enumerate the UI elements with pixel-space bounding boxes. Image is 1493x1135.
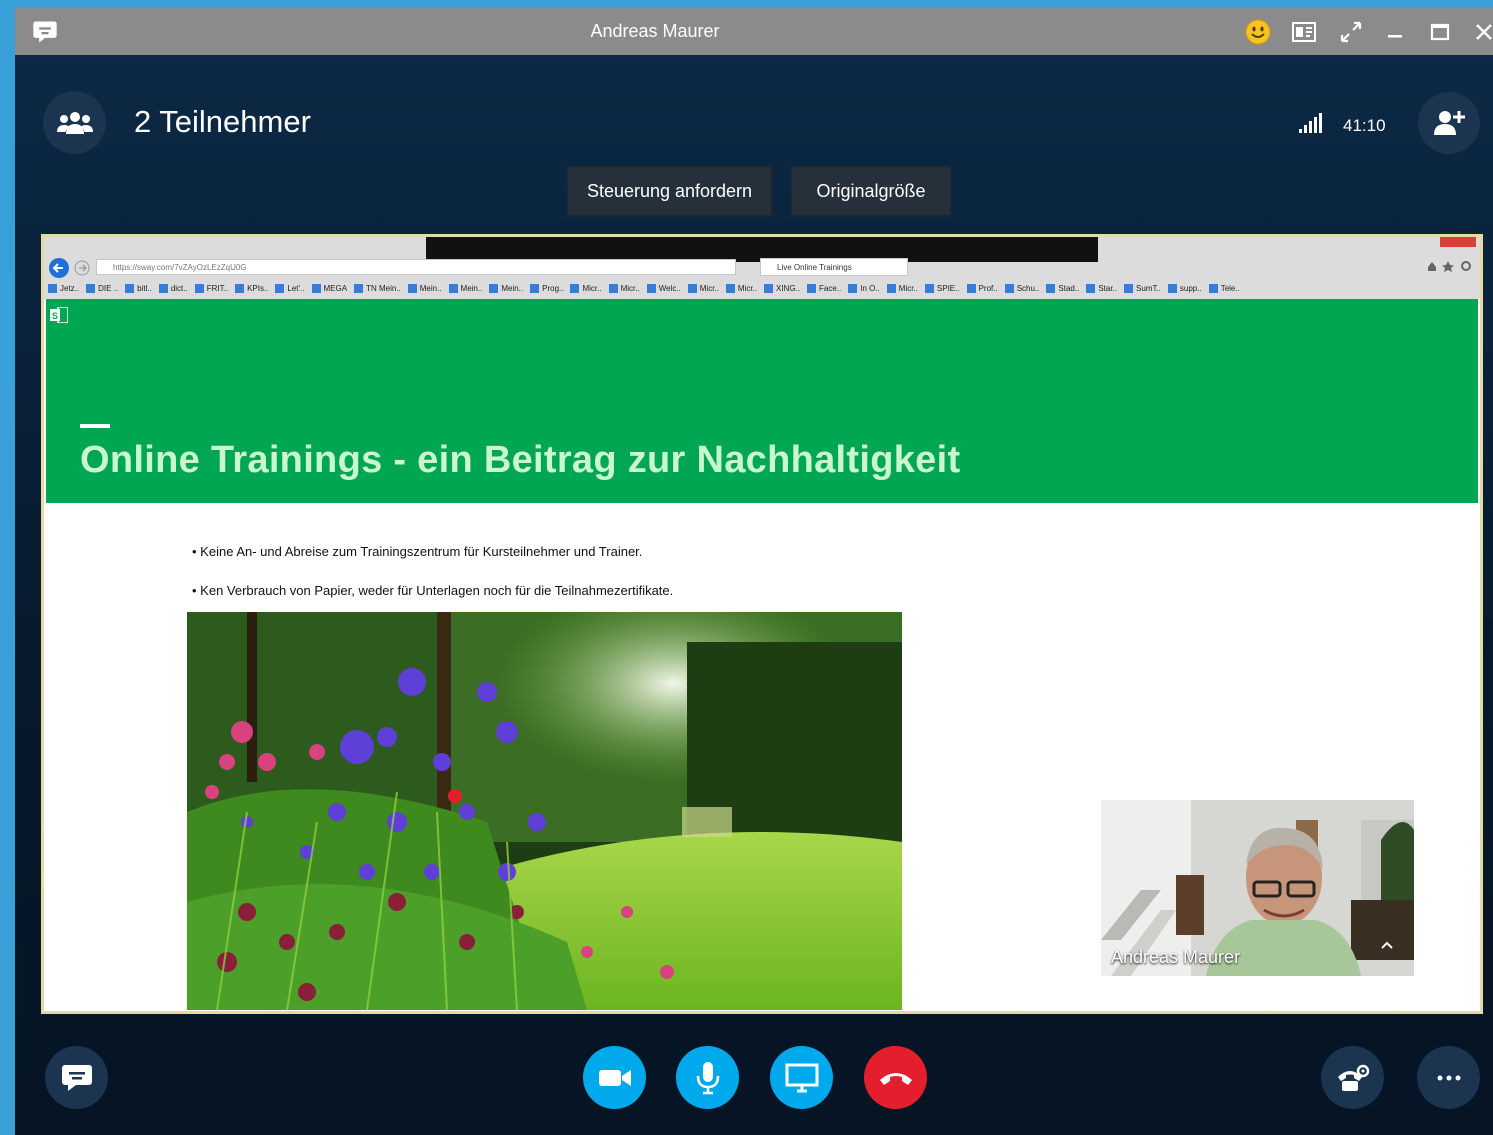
screen-share-button[interactable] (770, 1046, 833, 1109)
favorite-item[interactable]: Prof.. (966, 280, 1005, 296)
microphone-toggle-button[interactable] (676, 1046, 739, 1109)
request-control-button[interactable]: Steuerung anfordern (566, 165, 773, 217)
home-star-gear-icon[interactable] (1426, 259, 1472, 273)
favorite-item[interactable]: SPIE.. (924, 280, 967, 296)
chat-bubble-icon (61, 1064, 92, 1091)
favorite-item[interactable]: Face.. (807, 280, 848, 296)
favorites-bar: Jetz.. DIE .. bitl.. dict.. FRIT.. KPIs.… (48, 280, 1478, 296)
participants-button[interactable] (43, 91, 106, 154)
video-toggle-button[interactable] (583, 1046, 646, 1109)
favorite-item[interactable]: Jetz.. (48, 280, 86, 296)
favorite-item[interactable]: TN Mein.. (354, 280, 408, 296)
slide-title: Online Trainings - ein Beitrag zur Nachh… (80, 439, 961, 481)
favorite-item[interactable]: SumT.. (1124, 280, 1168, 296)
favorite-item[interactable]: Micr.. (570, 280, 608, 296)
browser-chrome: https://sway.com/7vZAyOzLEzZqU0G Live On… (44, 237, 1480, 299)
favorite-item[interactable]: Micr.. (725, 280, 764, 296)
more-options-button[interactable] (1417, 1046, 1480, 1109)
favorite-item[interactable]: In O.. (848, 280, 887, 296)
favorite-item[interactable]: Tele.. (1208, 280, 1247, 296)
back-arrow-icon[interactable] (48, 257, 70, 279)
fullscreen-icon[interactable] (1337, 18, 1365, 46)
ellipsis-icon (1437, 1075, 1460, 1080)
maximize-icon[interactable] (1426, 18, 1454, 46)
favorite-item[interactable]: Mein.. (448, 280, 490, 296)
title-bar: Andreas Maurer (15, 8, 1493, 55)
skype-call-window: Andreas Maurer 2 Teilnehmer 41:10 Steuer… (15, 8, 1493, 1135)
hang-up-icon (879, 1072, 912, 1085)
favorite-item[interactable]: Stad.. (1046, 280, 1086, 296)
chevron-up-icon[interactable] (1380, 940, 1394, 950)
minimize-icon[interactable] (1381, 18, 1409, 46)
favorite-item[interactable]: Prog.. (530, 280, 570, 296)
contact-card-icon[interactable] (1290, 18, 1318, 46)
window-title: Andreas Maurer (590, 21, 720, 41)
sway-logo-icon[interactable]: S (50, 307, 68, 323)
end-call-button[interactable] (864, 1046, 927, 1109)
browser-close-button[interactable] (1440, 237, 1476, 247)
browser-tab[interactable]: Live Online Trainings (760, 258, 908, 276)
favorite-item[interactable]: Micr.. (886, 280, 925, 296)
sway-title-banner: S Online Trainings - ein Beitrag zur Nac… (46, 299, 1478, 503)
favorite-item[interactable]: MEGA (311, 280, 355, 296)
favorite-item[interactable]: DIE .. (86, 280, 125, 296)
original-size-button[interactable]: Originalgröße (790, 165, 952, 217)
emoticon-icon[interactable] (1244, 18, 1272, 46)
chat-button[interactable] (45, 1046, 108, 1109)
monitor-icon (785, 1063, 818, 1092)
favorite-item[interactable]: dict.. (158, 280, 195, 296)
people-group-icon (56, 111, 93, 134)
favorite-item[interactable]: Mein.. (407, 280, 449, 296)
add-participant-button[interactable] (1418, 92, 1480, 154)
call-timer: 41:10 (1343, 116, 1386, 135)
favorite-item[interactable]: Let'.. (275, 280, 311, 296)
svg-text:S: S (52, 311, 58, 321)
favorite-item[interactable]: Micr.. (687, 280, 726, 296)
participants-count: 2 Teilnehmer (134, 104, 311, 139)
bullet-item-1: • Keine An- und Abreise zum Trainingszen… (192, 544, 643, 559)
bullet-item-2: • Ken Verbrauch von Papier, weder für Un… (192, 583, 674, 598)
favorite-item[interactable]: FRIT.. (194, 280, 235, 296)
favorite-item[interactable]: Star.. (1086, 280, 1124, 296)
signal-strength-icon[interactable] (1298, 112, 1322, 134)
favorite-item[interactable]: XING.. (763, 280, 807, 296)
favorite-item[interactable]: Mein.. (489, 280, 530, 296)
video-camera-icon (598, 1069, 631, 1086)
favorite-item[interactable]: KPIs.. (235, 280, 275, 296)
add-person-icon (1434, 111, 1465, 135)
phone-settings-icon (1337, 1064, 1369, 1091)
dial-pad-settings-button[interactable] (1321, 1046, 1384, 1109)
self-view-video[interactable]: Andreas Maurer (1101, 800, 1414, 976)
favorite-item[interactable]: Micr.. (608, 280, 647, 296)
forward-arrow-icon[interactable] (74, 260, 90, 276)
favorite-item[interactable]: bitl.. (125, 280, 159, 296)
address-bar[interactable]: https://sway.com/7vZAyOzLEzZqU0G (96, 259, 736, 275)
favorite-item[interactable]: Welc.. (646, 280, 688, 296)
garden-flowers-photo (187, 612, 902, 1010)
title-accent-bar (80, 424, 110, 428)
self-view-name: Andreas Maurer (1111, 947, 1241, 967)
microphone-icon (696, 1061, 719, 1094)
close-icon[interactable] (1470, 18, 1493, 46)
favorite-item[interactable]: Schu.. (1004, 280, 1047, 296)
favorite-item[interactable]: supp.. (1167, 280, 1209, 296)
